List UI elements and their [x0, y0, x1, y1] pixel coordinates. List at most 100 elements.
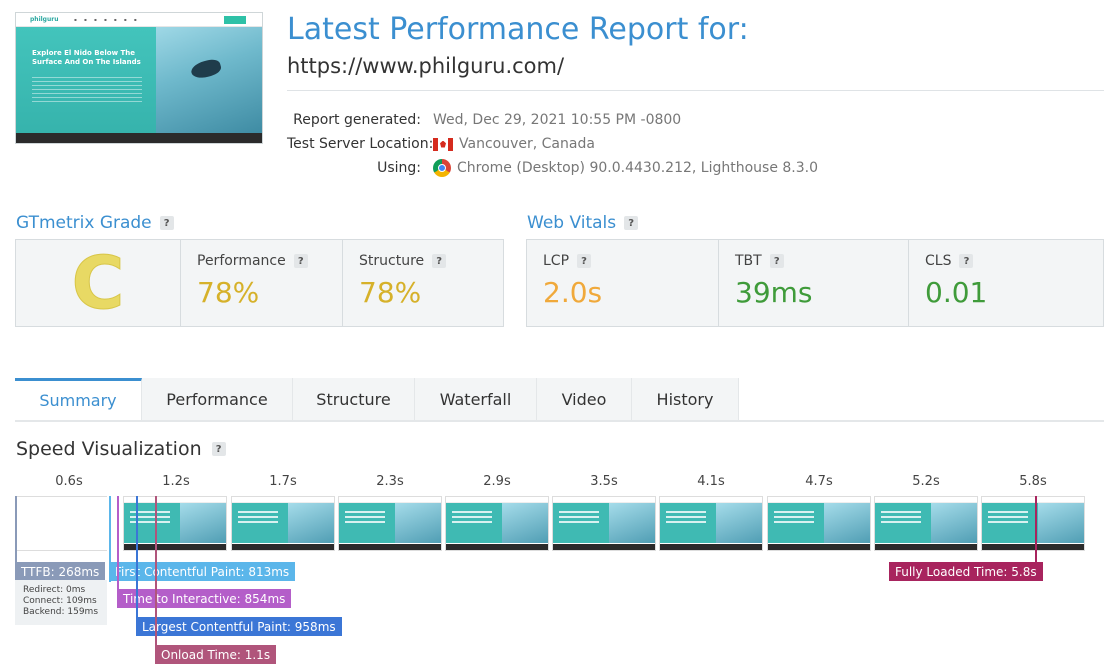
performance-label-text: Performance — [197, 253, 286, 269]
lcp-value: 2.0s — [543, 276, 603, 309]
tab-summary[interactable]: Summary — [15, 378, 142, 420]
performance-value: 78% — [197, 276, 260, 309]
thumbnail-nav: philguru ▪ ▪ ▪ ▪ ▪ ▪ ▪ — [16, 13, 262, 27]
cls-label-text: CLS — [925, 253, 952, 269]
timeline-ticks: 0.6s 1.2s 1.7s 2.3s 2.9s 3.5s 4.1s 4.7s … — [15, 474, 1104, 492]
browser-text: Chrome (Desktop) 90.0.4430.212, Lighthou… — [457, 160, 819, 176]
meta-label: Using: — [377, 160, 421, 176]
timeline-tick: 5.2s — [912, 474, 940, 489]
filmstrip-frame[interactable] — [123, 496, 227, 551]
tab-performance[interactable]: Performance — [142, 378, 293, 420]
performance-label: Performance ? — [197, 253, 308, 269]
meta-row-location: Test Server Location: Vancouver, Canada — [287, 132, 818, 156]
gtmetrix-grade-heading: GTmetrix Grade ? — [16, 213, 174, 233]
thumbnail-headline: Explore El Nido Below The Surface And On… — [32, 49, 141, 66]
report-tabs: Summary Performance Structure Waterfall … — [15, 378, 1104, 422]
timeline-tick: 1.7s — [269, 474, 297, 489]
structure-label: Structure ? — [359, 253, 447, 269]
speed-visualization-heading: Speed Visualization ? — [16, 438, 226, 460]
help-icon[interactable]: ? — [577, 254, 592, 268]
ttfb-breakdown: Redirect: 0ms Connect: 109ms Backend: 15… — [15, 580, 107, 625]
filmstrip-frame[interactable] — [981, 496, 1085, 551]
timeline-tick: 5.8s — [1019, 474, 1047, 489]
tbt-cell: TBT ? 39ms — [719, 240, 909, 326]
lcp-label: LCP ? — [543, 253, 592, 269]
page-title: Latest Performance Report for: — [287, 12, 749, 47]
cls-value: 0.01 — [925, 276, 988, 309]
help-icon[interactable]: ? — [769, 254, 784, 268]
tbt-label-text: TBT — [735, 253, 762, 269]
tab-video[interactable]: Video — [537, 378, 632, 420]
meta-value: Vancouver, Canada — [433, 136, 595, 152]
speed-visualization-title: Speed Visualization — [16, 438, 202, 460]
tab-history[interactable]: History — [632, 378, 739, 420]
filmstrip — [15, 496, 1104, 551]
web-vitals-title: Web Vitals — [527, 213, 617, 233]
filmstrip-frame[interactable] — [552, 496, 656, 551]
thumbnail-photo — [156, 27, 262, 135]
grade-cell: C — [16, 240, 181, 326]
filmstrip-frame[interactable] — [659, 496, 763, 551]
help-icon[interactable]: ? — [159, 216, 174, 230]
filmstrip-frame[interactable] — [338, 496, 442, 551]
fully-loaded-marker-label: Fully Loaded Time: 5.8s — [889, 562, 1043, 581]
thumbnail-cookie-bar — [16, 133, 262, 143]
meta-label: Test Server Location: — [287, 136, 434, 152]
onload-marker-label: Onload Time: 1.1s — [155, 645, 277, 664]
thumbnail-nav-links: ▪ ▪ ▪ ▪ ▪ ▪ ▪ — [74, 17, 140, 22]
help-icon[interactable]: ? — [211, 442, 226, 456]
cls-cell: CLS ? 0.01 — [909, 240, 1103, 326]
tti-marker-label: Time to Interactive: 854ms — [117, 589, 292, 608]
timeline-tick: 2.3s — [376, 474, 404, 489]
ttfb-marker-label: TTFB: 268ms — [15, 562, 106, 581]
timeline-tick: 0.6s — [55, 474, 83, 489]
gtmetrix-grade-title: GTmetrix Grade — [16, 213, 152, 233]
help-icon[interactable]: ? — [293, 254, 308, 268]
ttfb-backend: Backend: 159ms — [23, 607, 99, 617]
meta-row-browser: Using: Chrome (Desktop) 90.0.4430.212, L… — [287, 156, 818, 180]
meta-row-generated: Report generated: Wed, Dec 29, 2021 10:5… — [287, 108, 818, 132]
help-icon[interactable]: ? — [624, 216, 639, 230]
help-icon[interactable]: ? — [432, 254, 447, 268]
structure-cell: Structure ? 78% — [343, 240, 503, 326]
structure-value: 78% — [359, 276, 422, 309]
location-text: Vancouver, Canada — [459, 136, 595, 152]
onload-marker-line — [155, 496, 157, 663]
meta-value: Chrome (Desktop) 90.0.4430.212, Lighthou… — [433, 159, 818, 177]
grade-letter: C — [71, 241, 125, 326]
timeline-tick: 4.7s — [805, 474, 833, 489]
thumbnail-hero: Explore El Nido Below The Surface And On… — [16, 27, 262, 135]
report-meta: Report generated: Wed, Dec 29, 2021 10:5… — [287, 108, 818, 180]
thumbnail-logo: philguru — [30, 16, 59, 23]
ttfb-redirect: Redirect: 0ms — [23, 585, 86, 595]
thumbnail-cta — [224, 16, 246, 24]
page-screenshot-thumbnail[interactable]: philguru ▪ ▪ ▪ ▪ ▪ ▪ ▪ Explore El Nido B… — [15, 12, 263, 144]
filmstrip-frame[interactable] — [874, 496, 978, 551]
help-icon[interactable]: ? — [959, 254, 974, 268]
lcp-marker-label: Largest Contentful Paint: 958ms — [136, 617, 342, 636]
meta-label: Report generated: — [293, 112, 421, 128]
lcp-cell: LCP ? 2.0s — [527, 240, 719, 326]
filmstrip-frame[interactable] — [767, 496, 871, 551]
tbt-label: TBT ? — [735, 253, 784, 269]
filmstrip-frame[interactable] — [231, 496, 335, 551]
structure-label-text: Structure — [359, 253, 425, 269]
tab-structure[interactable]: Structure — [293, 378, 415, 420]
web-vitals-heading: Web Vitals ? — [527, 213, 639, 233]
filmstrip-frame-blank[interactable] — [15, 496, 107, 551]
tab-waterfall[interactable]: Waterfall — [415, 378, 537, 420]
ttfb-connect: Connect: 109ms — [23, 596, 97, 606]
performance-cell: Performance ? 78% — [181, 240, 343, 326]
canada-flag-icon — [433, 137, 453, 151]
cls-label: CLS ? — [925, 253, 974, 269]
web-vitals-panel: LCP ? 2.0s TBT ? 39ms CLS ? 0.01 — [526, 239, 1104, 327]
meta-value: Wed, Dec 29, 2021 10:55 PM -0800 — [433, 112, 682, 128]
filmstrip-frame[interactable] — [445, 496, 549, 551]
gtmetrix-grade-panel: C Performance ? 78% Structure ? 78% — [15, 239, 504, 327]
chrome-icon — [433, 159, 451, 177]
lcp-label-text: LCP — [543, 253, 570, 269]
report-url[interactable]: https://www.philguru.com/ — [287, 54, 564, 78]
timeline-tick: 1.2s — [162, 474, 190, 489]
timeline-tick: 3.5s — [590, 474, 618, 489]
timeline-tick: 2.9s — [483, 474, 511, 489]
